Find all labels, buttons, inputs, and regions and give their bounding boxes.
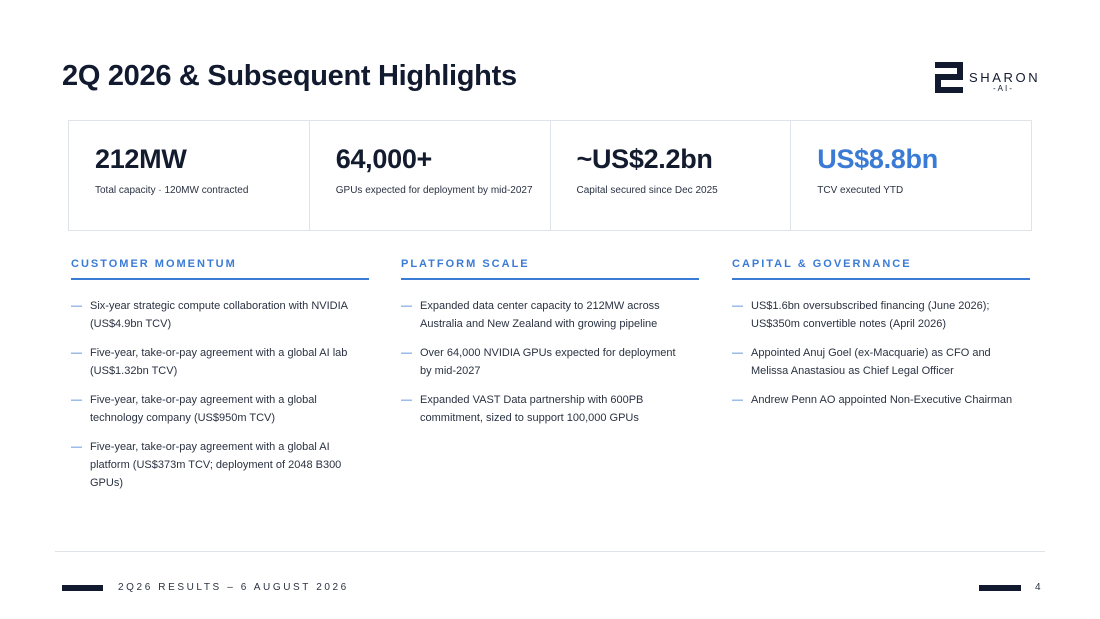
list-item-text: Five-year, take-or-pay agreement with a … [90, 394, 317, 424]
list-item: — Over 64,000 NVIDIA GPUs expected for de… [401, 344, 699, 380]
logo-wordmark: SHARON [969, 70, 1041, 85]
dash-marker: — [732, 394, 743, 406]
kpi-card-tcv: US$8.8bn TCV executed YTD [791, 121, 1031, 230]
column-heading: CUSTOMER MOMENTUM [71, 258, 369, 280]
list-item: — Six-year strategic compute collaboratio… [71, 297, 369, 333]
kpi-value: ~US$2.2bn [576, 144, 713, 174]
footer-divider [55, 551, 1045, 552]
dash-marker: — [732, 300, 743, 312]
kpi-value: 212MW [95, 144, 187, 174]
kpi-card-capacity: 212MW Total capacity · 120MW contracted [69, 121, 310, 230]
kpi-strip: 212MW Total capacity · 120MW contracted … [68, 120, 1032, 231]
list-item-text: US$1.6bn oversubscribed financing (June … [751, 300, 990, 330]
kpi-caption: GPUs expected for deployment by mid-2027 [335, 185, 533, 196]
list-item: — Expanded data center capacity to 212MW … [401, 297, 699, 333]
column-customer-momentum: CUSTOMER MOMENTUM — Six-year strategic co… [71, 258, 369, 503]
sharon-ai-logo: SHARON -AI- [935, 62, 1045, 96]
kpi-caption: Capital secured since Dec 2025 [576, 185, 718, 196]
list-item-text: Expanded VAST Data partnership with 600P… [420, 394, 644, 424]
dash-marker: — [71, 441, 82, 453]
dash-marker: — [71, 347, 82, 359]
kpi-caption: Total capacity · 120MW contracted [95, 185, 249, 196]
footer-text: 2Q26 RESULTS – 6 AUGUST 2026 [118, 582, 349, 593]
column-platform-scale: PLATFORM SCALE — Expanded data center cap… [401, 258, 699, 438]
list-item: — US$1.6bn oversubscribed financing (June… [732, 297, 1030, 333]
footer-bar-right [979, 585, 1021, 591]
kpi-value: US$8.8bn [817, 144, 938, 174]
dash-marker: — [732, 347, 743, 359]
kpi-caption: TCV executed YTD [817, 185, 904, 196]
dash-marker: — [401, 300, 412, 312]
dash-marker: — [71, 300, 82, 312]
dash-marker: — [401, 394, 412, 406]
dash-marker: — [401, 347, 412, 359]
bullet-list: — Expanded data center capacity to 212MW … [401, 297, 699, 427]
page-number: 4 [1035, 582, 1041, 593]
kpi-value: 64,000+ [335, 144, 433, 174]
list-item-text: Over 64,000 NVIDIA GPUs expected for dep… [420, 347, 676, 377]
list-item-text: Expanded data center capacity to 212MW a… [420, 300, 660, 330]
list-item: — Five-year, take-or-pay agreement with a… [71, 344, 369, 380]
logo-mark-icon [935, 62, 963, 93]
column-heading: PLATFORM SCALE [401, 258, 699, 280]
column-capital-governance: CAPITAL & GOVERNANCE — US$1.6bn oversubsc… [732, 258, 1030, 420]
list-item-text: Six-year strategic compute collaboration… [90, 300, 348, 330]
page-title: 2Q 2026 & Subsequent Highlights [62, 60, 517, 92]
list-item: — Five-year, take-or-pay agreement with a… [71, 438, 369, 492]
list-item-text: Andrew Penn AO appointed Non-Executive C… [751, 394, 1013, 406]
list-item-text: Appointed Anuj Goel (ex-Macquarie) as CF… [751, 347, 991, 377]
list-item-text: Five-year, take-or-pay agreement with a … [90, 347, 348, 377]
kpi-card-capital: ~US$2.2bn Capital secured since Dec 2025 [551, 121, 792, 230]
list-item: — Appointed Anuj Goel (ex-Macquarie) as C… [732, 344, 1030, 380]
footer-bar-left [62, 585, 103, 591]
dash-marker: — [71, 394, 82, 406]
logo-subtext: -AI- [993, 84, 1014, 93]
list-item: — Five-year, take-or-pay agreement with a… [71, 391, 369, 427]
bullet-list: — Six-year strategic compute collaboratio… [71, 297, 369, 492]
list-item-text: Five-year, take-or-pay agreement with a … [90, 441, 342, 489]
bullet-list: — US$1.6bn oversubscribed financing (June… [732, 297, 1030, 409]
column-heading: CAPITAL & GOVERNANCE [732, 258, 1030, 280]
list-item: — Andrew Penn AO appointed Non-Executive … [732, 391, 1030, 409]
list-item: — Expanded VAST Data partnership with 600… [401, 391, 699, 427]
kpi-card-gpus: 64,000+ GPUs expected for deployment by … [310, 121, 551, 230]
